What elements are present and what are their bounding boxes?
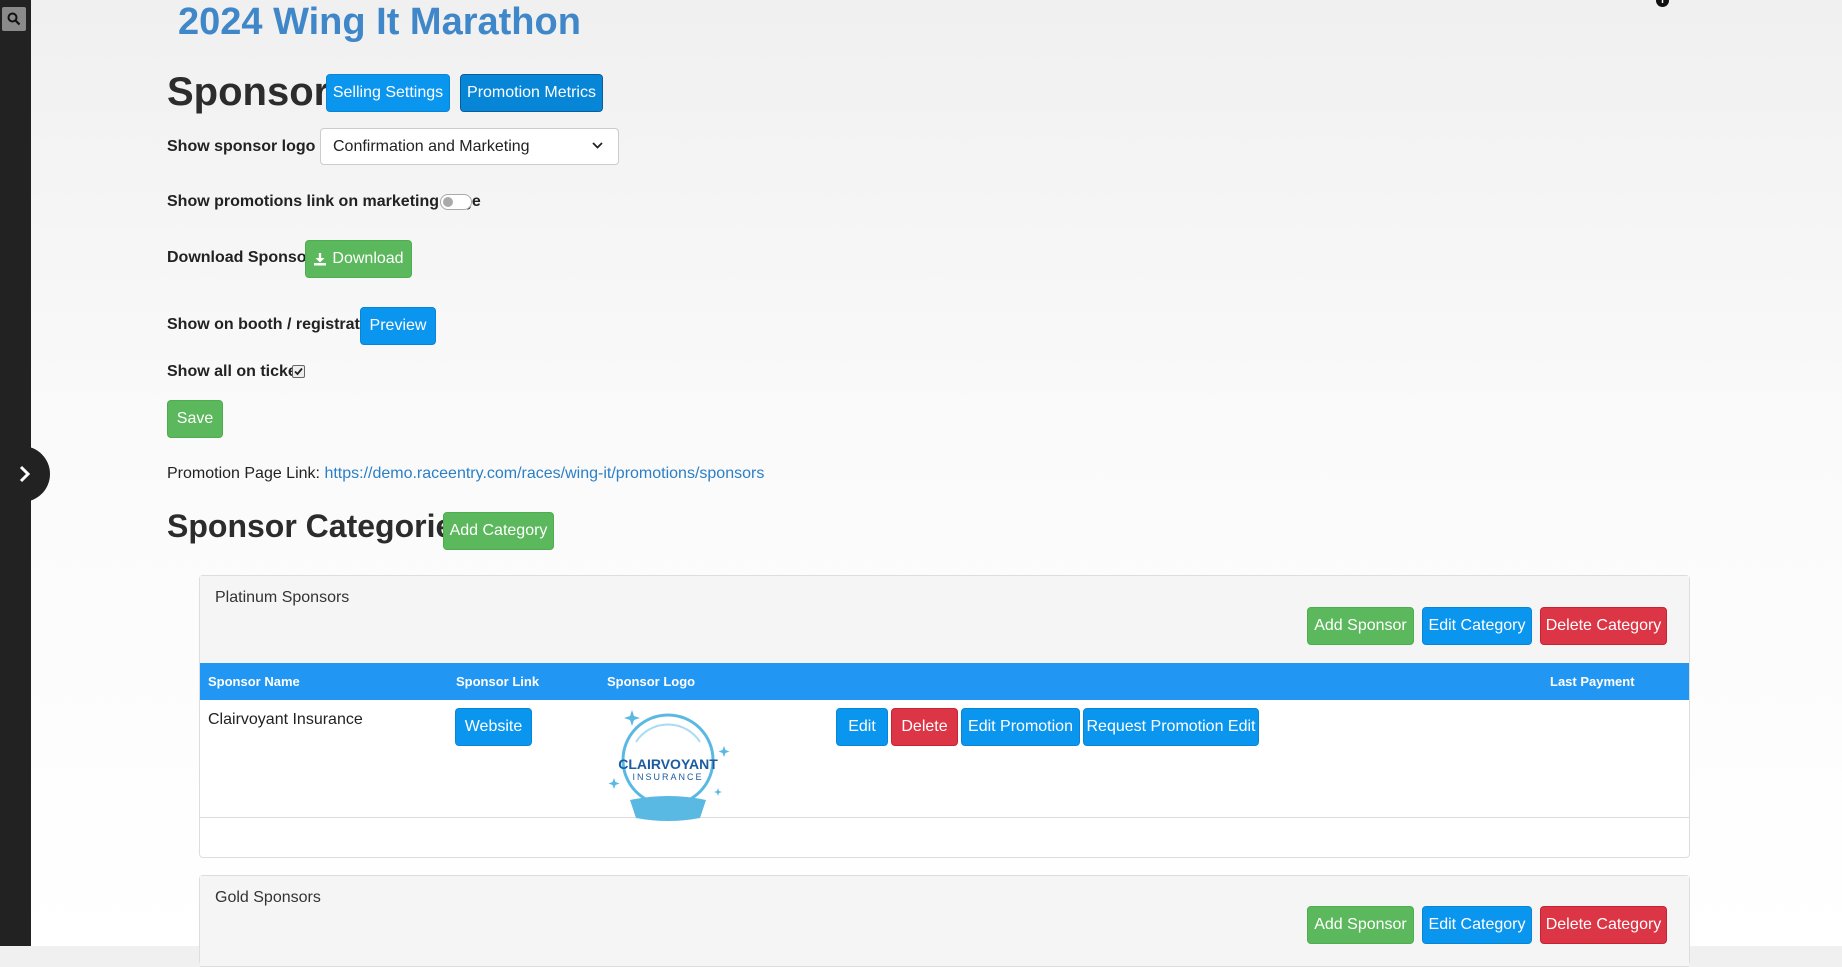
promotion-link-label: Promotion Page Link: <box>167 465 320 482</box>
category-panel-platinum: Platinum Sponsors Add Sponsor Edit Categ… <box>199 575 1690 858</box>
edit-promotion-button[interactable]: Edit Promotion <box>961 708 1080 746</box>
download-button[interactable]: Download <box>305 240 412 278</box>
promotion-link-url[interactable]: https://demo.raceentry.com/races/wing-it… <box>324 465 764 482</box>
category-panel-header: Gold Sponsors Add Sponsor Edit Category … <box>200 876 1689 967</box>
save-button[interactable]: Save <box>167 400 223 438</box>
add-sponsor-button[interactable]: Add Sponsor <box>1307 607 1414 645</box>
logo-text-main: CLAIRVOYANT <box>618 756 718 772</box>
edit-category-button[interactable]: Edit Category <box>1422 906 1532 944</box>
category-panel-gold: Gold Sponsors Add Sponsor Edit Category … <box>199 875 1690 967</box>
sponsor-categories-title: Sponsor Categories <box>167 508 472 544</box>
category-name: Platinum Sponsors <box>215 589 350 606</box>
promotion-metrics-button[interactable]: Promotion Metrics <box>460 74 603 112</box>
event-title: 2024 Wing It Marathon <box>178 1 581 43</box>
show-all-ticket-checkbox[interactable] <box>292 365 305 378</box>
check-icon <box>294 367 303 376</box>
sponsor-table-header: Sponsor Name Sponsor Link Sponsor Logo L… <box>200 663 1689 700</box>
category-name: Gold Sponsors <box>215 889 321 906</box>
search-icon[interactable] <box>2 7 26 31</box>
page-title: Sponsors <box>167 70 352 114</box>
header-last-payment: Last Payment <box>1550 674 1635 689</box>
category-panel-header: Platinum Sponsors Add Sponsor Edit Categ… <box>200 576 1689 664</box>
show-promotions-label: Show promotions link on marketing page <box>167 193 481 210</box>
sponsor-website-button[interactable]: Website <box>455 708 532 746</box>
show-all-ticket-label: Show all on ticket <box>167 363 303 380</box>
request-promotion-edit-button[interactable]: Request Promotion Edit <box>1083 708 1259 746</box>
chevron-right-icon <box>19 465 31 483</box>
header-sponsor-name: Sponsor Name <box>208 674 300 689</box>
header-sponsor-link: Sponsor Link <box>456 674 540 689</box>
sponsor-name: Clairvoyant Insurance <box>208 711 363 728</box>
add-sponsor-button[interactable]: Add Sponsor <box>1307 906 1414 944</box>
chevron-down-icon <box>592 142 603 149</box>
preview-button[interactable]: Preview <box>360 307 436 345</box>
header-sponsor-logo: Sponsor Logo <box>607 674 696 689</box>
promotion-link-line: Promotion Page Link: https://demo.raceen… <box>167 464 764 484</box>
download-label: Download Sponsors <box>167 249 322 266</box>
show-promotions-toggle[interactable] <box>440 194 472 210</box>
edit-sponsor-button[interactable]: Edit <box>836 708 888 746</box>
toggle-knob <box>443 197 453 207</box>
add-category-button[interactable]: Add Category <box>443 512 554 550</box>
show-logo-select[interactable]: Confirmation and Marketing <box>320 128 619 165</box>
show-logo-label: Show sponsor logo on <box>167 138 340 155</box>
sponsor-logo: CLAIRVOYANT INSURANCE <box>606 708 730 828</box>
edit-category-button[interactable]: Edit Category <box>1422 607 1532 645</box>
delete-category-button[interactable]: Delete Category <box>1540 906 1667 944</box>
table-row: Clairvoyant Insurance Website CLAIRVOYAN… <box>200 700 1689 821</box>
logo-text-sub: INSURANCE <box>632 772 704 782</box>
delete-sponsor-button[interactable]: Delete <box>891 708 958 746</box>
info-icon[interactable]: i <box>1656 0 1669 7</box>
download-icon <box>314 253 327 266</box>
delete-category-button[interactable]: Delete Category <box>1540 607 1667 645</box>
download-button-label: Download <box>332 250 404 267</box>
sidebar-toggle-button[interactable] <box>0 446 50 502</box>
show-logo-select-value: Confirmation and Marketing <box>333 137 530 155</box>
booth-label: Show on booth / registration <box>167 316 384 333</box>
selling-settings-button[interactable]: Selling Settings <box>326 74 450 112</box>
